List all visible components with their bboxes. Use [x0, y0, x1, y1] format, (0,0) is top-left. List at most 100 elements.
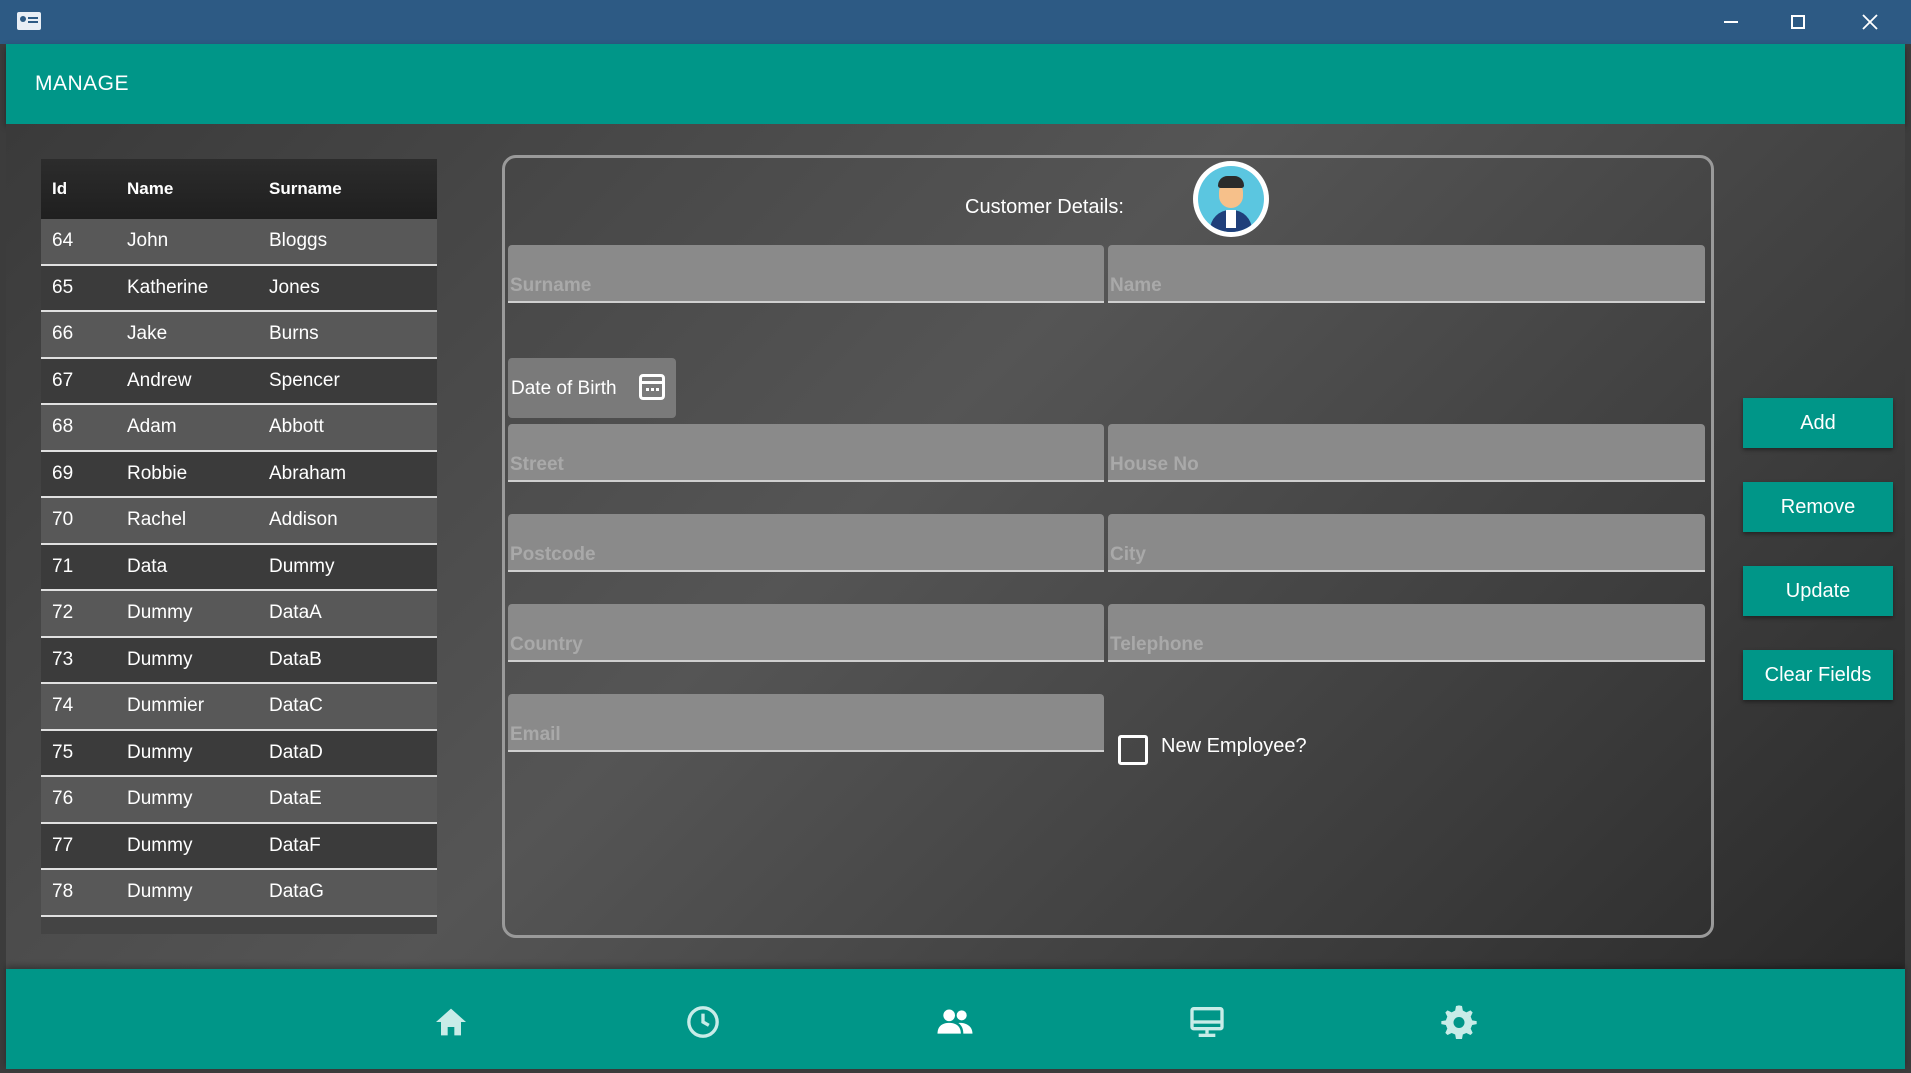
home-icon[interactable] — [431, 1002, 471, 1042]
cell-id: 66 — [52, 323, 74, 345]
cell-name: Dummy — [127, 881, 193, 903]
table-row[interactable]: 71 Data Dummy — [41, 544, 437, 591]
cell-id: 69 — [52, 462, 74, 484]
telephone-input[interactable] — [1108, 604, 1705, 660]
house-no-input[interactable] — [1108, 424, 1705, 480]
close-button[interactable] — [1835, 0, 1905, 44]
table-body: 64 John Bloggs 65 Katherine Jones 66 Jake Burns 6… — [41, 219, 437, 917]
column-header-id[interactable]: Id — [52, 179, 67, 199]
telephone-field[interactable] — [1108, 604, 1705, 662]
table-row[interactable]: 66 Jake Burns — [41, 312, 437, 359]
table-row[interactable]: 72 Dummy DataA — [41, 591, 437, 638]
cell-name: Dummy — [127, 788, 193, 810]
column-header-surname[interactable]: Surname — [269, 179, 342, 199]
table-row[interactable]: 74 Dummier DataC — [41, 684, 437, 731]
main-content: Id Name Surname 64 John Bloggs 65 Katherine J… — [6, 124, 1905, 969]
cell-name: Dummy — [127, 602, 193, 624]
street-input[interactable] — [508, 424, 1104, 480]
people-icon[interactable] — [935, 1002, 975, 1042]
cell-name: Dummy — [127, 741, 193, 763]
cell-id: 65 — [52, 276, 74, 298]
surname-field[interactable] — [508, 245, 1104, 303]
cell-id: 68 — [52, 416, 74, 438]
cell-id: 67 — [52, 369, 74, 391]
name-input[interactable] — [1108, 245, 1705, 301]
cell-surname: Bloggs — [269, 230, 328, 252]
settings-icon[interactable] — [1439, 1002, 1479, 1042]
new-employee-checkbox[interactable] — [1118, 735, 1148, 765]
street-field[interactable] — [508, 424, 1104, 482]
email-field[interactable] — [508, 694, 1104, 752]
app-header: MANAGE — [6, 44, 1905, 124]
country-field[interactable] — [508, 604, 1104, 662]
cell-surname: Spencer — [269, 369, 340, 391]
table-row[interactable]: 69 Robbie Abraham — [41, 451, 437, 498]
cell-surname: Addison — [269, 509, 338, 531]
cell-name: Robbie — [127, 462, 188, 484]
cell-name: Data — [127, 555, 168, 577]
cell-surname: DataE — [269, 788, 322, 810]
form-title: Customer Details: — [965, 196, 1124, 218]
add-button[interactable]: Add — [1743, 398, 1893, 448]
cell-id: 77 — [52, 834, 74, 856]
remove-button[interactable]: Remove — [1743, 482, 1893, 532]
table-row[interactable]: 73 Dummy DataB — [41, 637, 437, 684]
table-row[interactable]: 78 Dummy DataG — [41, 870, 437, 917]
minimize-icon — [1724, 21, 1738, 23]
email-input[interactable] — [508, 694, 1104, 750]
column-header-name[interactable]: Name — [127, 179, 173, 199]
surname-input[interactable] — [508, 245, 1104, 301]
cell-id: 71 — [52, 555, 74, 577]
contact-card-icon — [17, 12, 41, 30]
city-input[interactable] — [1108, 514, 1705, 570]
new-employee-label[interactable]: New Employee? — [1161, 735, 1307, 758]
history-icon[interactable] — [683, 1002, 723, 1042]
customer-details-panel: Customer Details: Date of Birth — [502, 155, 1714, 938]
cell-name: Adam — [127, 416, 177, 438]
postcode-field[interactable] — [508, 514, 1104, 572]
country-input[interactable] — [508, 604, 1104, 660]
cell-id: 76 — [52, 788, 74, 810]
cell-surname: DataA — [269, 602, 322, 624]
table-row[interactable]: 70 Rachel Addison — [41, 498, 437, 545]
table-row[interactable]: 77 Dummy DataF — [41, 823, 437, 870]
cell-id: 72 — [52, 602, 74, 624]
close-icon — [1862, 14, 1878, 30]
calendar-icon[interactable] — [639, 374, 665, 400]
cell-surname: DataC — [269, 695, 323, 717]
table-row[interactable]: 76 Dummy DataE — [41, 777, 437, 824]
table-row[interactable]: 68 Adam Abbott — [41, 405, 437, 452]
cell-id: 64 — [52, 230, 74, 252]
table-row[interactable]: 67 Andrew Spencer — [41, 358, 437, 405]
clear-fields-button[interactable]: Clear Fields — [1743, 650, 1893, 700]
cell-surname: DataG — [269, 881, 324, 903]
table-row[interactable]: 64 John Bloggs — [41, 219, 437, 266]
city-field[interactable] — [1108, 514, 1705, 572]
cell-surname: Abraham — [269, 462, 347, 484]
app-window: MANAGE Id Name Surname 64 John Bloggs 65 Kat… — [0, 0, 1911, 1073]
cell-name: John — [127, 230, 169, 252]
date-of-birth-label: Date of Birth — [511, 378, 617, 399]
cell-surname: DataF — [269, 834, 321, 856]
table-row[interactable]: 75 Dummy DataD — [41, 730, 437, 777]
postcode-input[interactable] — [508, 514, 1104, 570]
cell-name: Rachel — [127, 509, 187, 531]
maximize-button[interactable] — [1763, 0, 1833, 44]
minimize-button[interactable] — [1696, 0, 1766, 44]
cell-name: Dummier — [127, 695, 205, 717]
cell-name: Dummy — [127, 834, 193, 856]
name-field[interactable] — [1108, 245, 1705, 303]
cell-surname: DataB — [269, 648, 322, 670]
display-icon[interactable] — [1187, 1002, 1227, 1042]
cell-surname: Dummy — [269, 555, 335, 577]
bottom-navigation — [6, 969, 1905, 1069]
cell-surname: DataD — [269, 741, 323, 763]
cell-id: 70 — [52, 509, 74, 531]
house-no-field[interactable] — [1108, 424, 1705, 482]
cell-id: 73 — [52, 648, 74, 670]
table-row[interactable]: 65 Katherine Jones — [41, 265, 437, 312]
update-button[interactable]: Update — [1743, 566, 1893, 616]
cell-surname: Abbott — [269, 416, 324, 438]
cell-name: Jake — [127, 323, 168, 345]
date-of-birth-picker[interactable]: Date of Birth — [508, 358, 676, 418]
